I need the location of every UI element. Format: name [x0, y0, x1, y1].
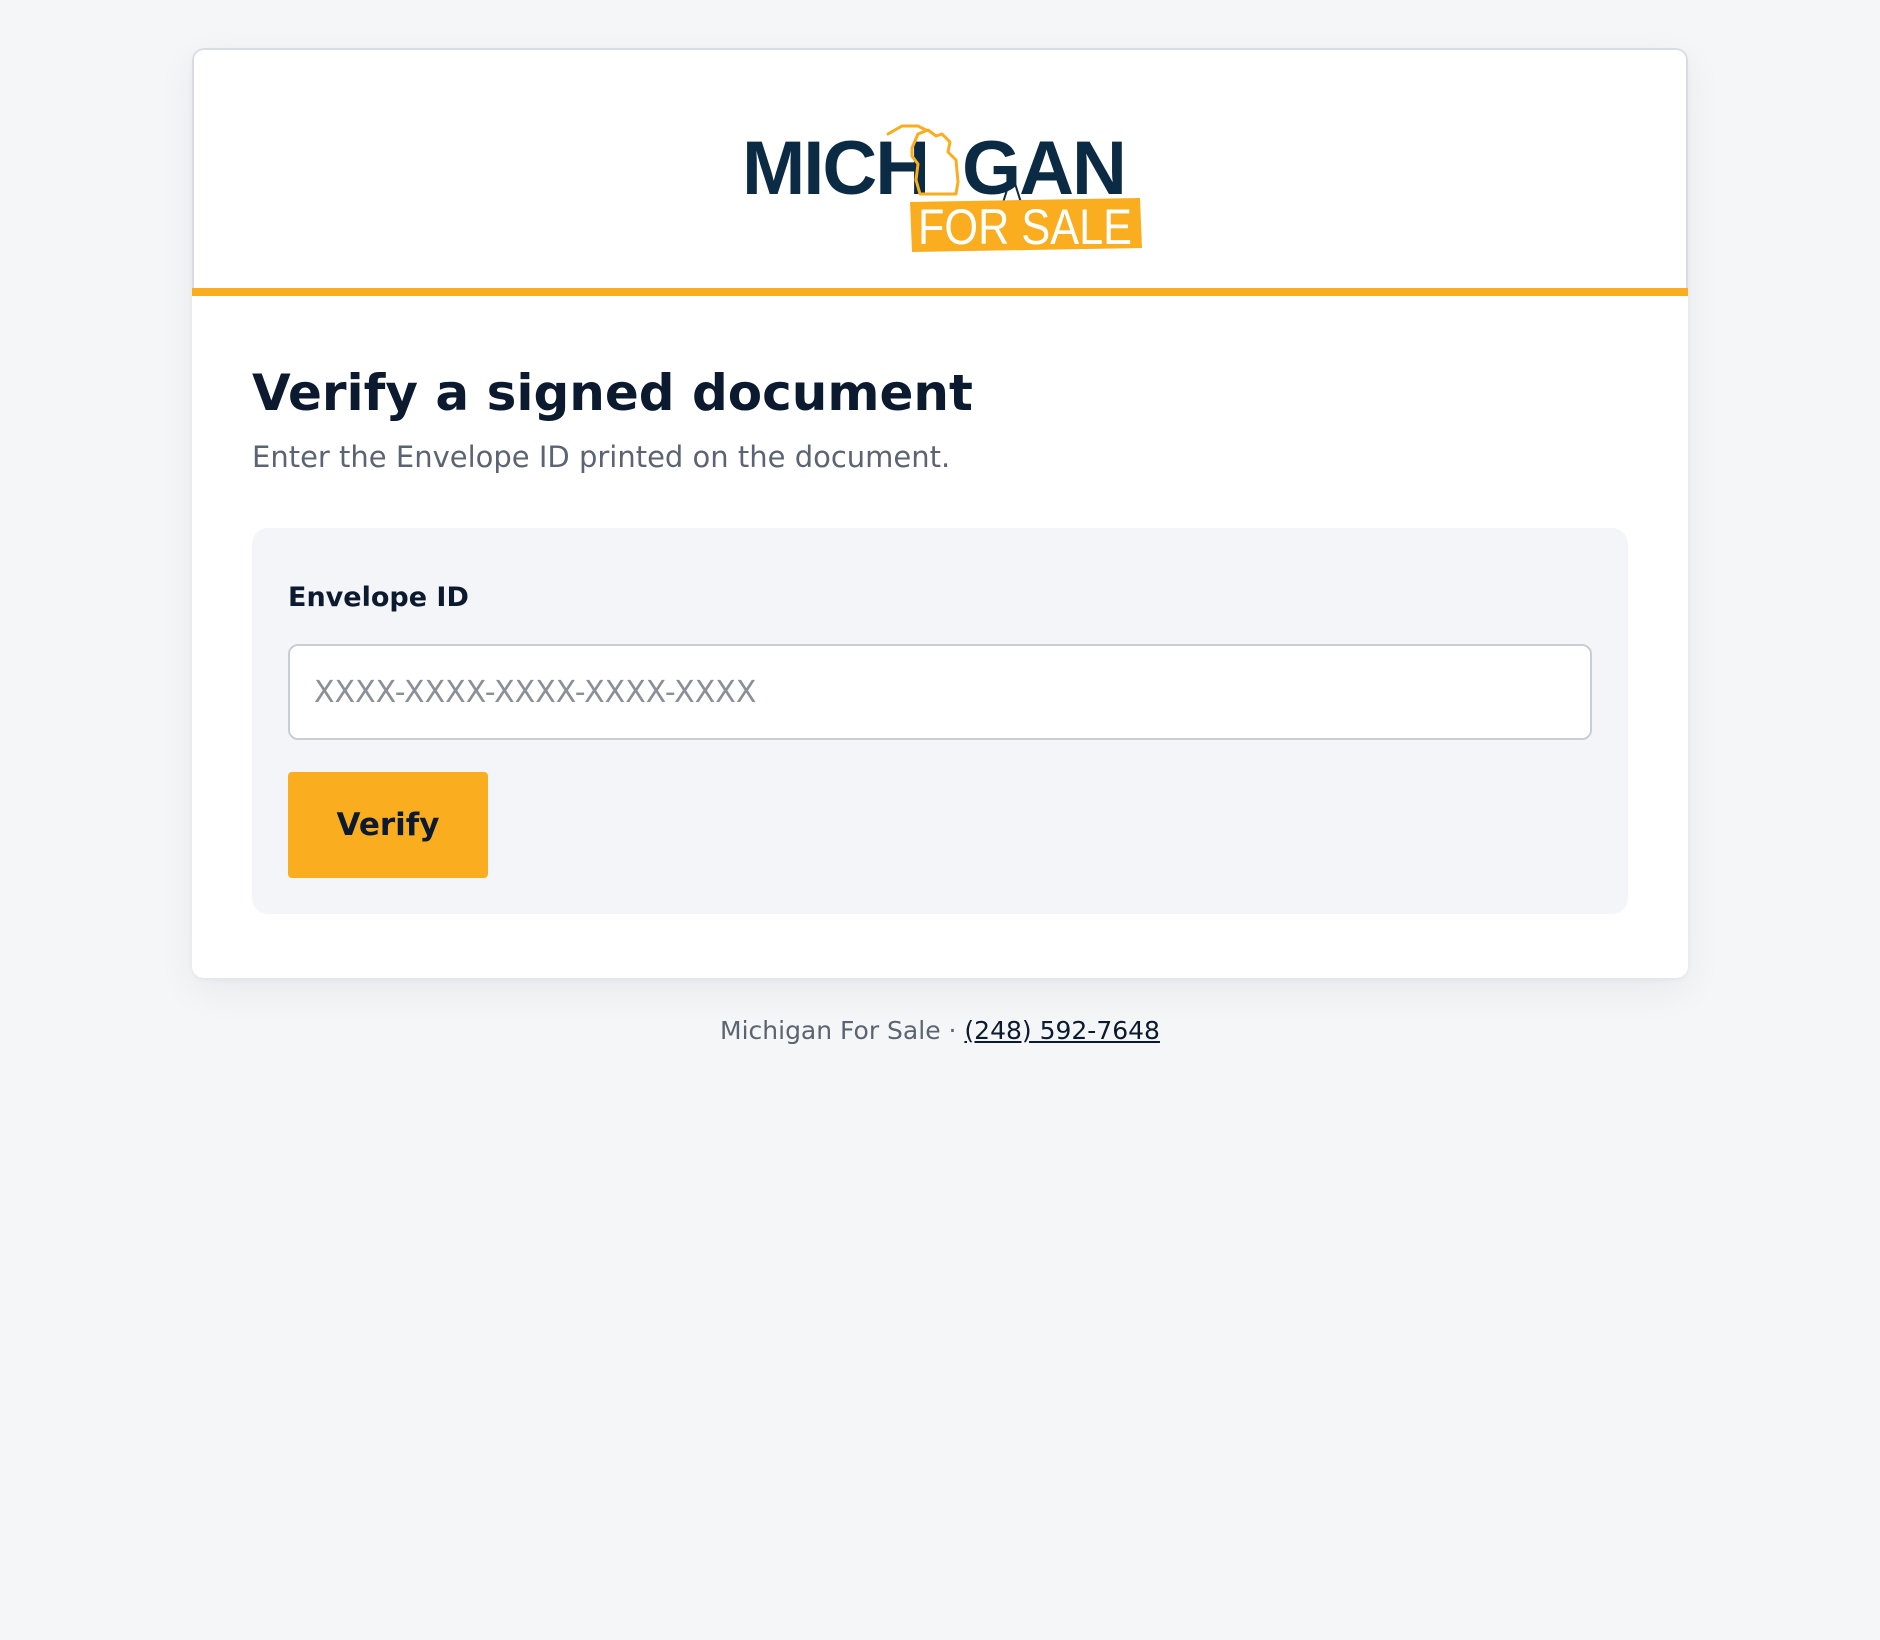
- footer-separator: ·: [940, 1016, 965, 1045]
- footer-company: Michigan For Sale: [720, 1016, 941, 1045]
- michigan-for-sale-logo: MICH GAN FOR SALE: [742, 124, 1142, 255]
- verify-card: MICH GAN FOR SALE Verify a signed docume…: [192, 48, 1688, 978]
- footer: Michigan For Sale · (248) 592-7648: [0, 1016, 1880, 1045]
- svg-text:FOR SALE: FOR SALE: [918, 199, 1132, 255]
- verify-form-panel: Envelope ID Verify: [252, 528, 1628, 914]
- svg-text:MICH: MICH: [742, 126, 928, 211]
- envelope-id-label: Envelope ID: [288, 582, 469, 613]
- footer-phone-link[interactable]: (248) 592-7648: [964, 1016, 1160, 1045]
- page-subtitle: Enter the Envelope ID printed on the doc…: [252, 440, 951, 474]
- verify-button[interactable]: Verify: [288, 772, 488, 878]
- header-accent-bar: [192, 288, 1688, 296]
- card-header: MICH GAN FOR SALE: [192, 48, 1688, 288]
- envelope-id-input[interactable]: [288, 644, 1592, 740]
- page: MICH GAN FOR SALE Verify a signed docume…: [0, 0, 1880, 1640]
- page-title: Verify a signed document: [252, 364, 973, 422]
